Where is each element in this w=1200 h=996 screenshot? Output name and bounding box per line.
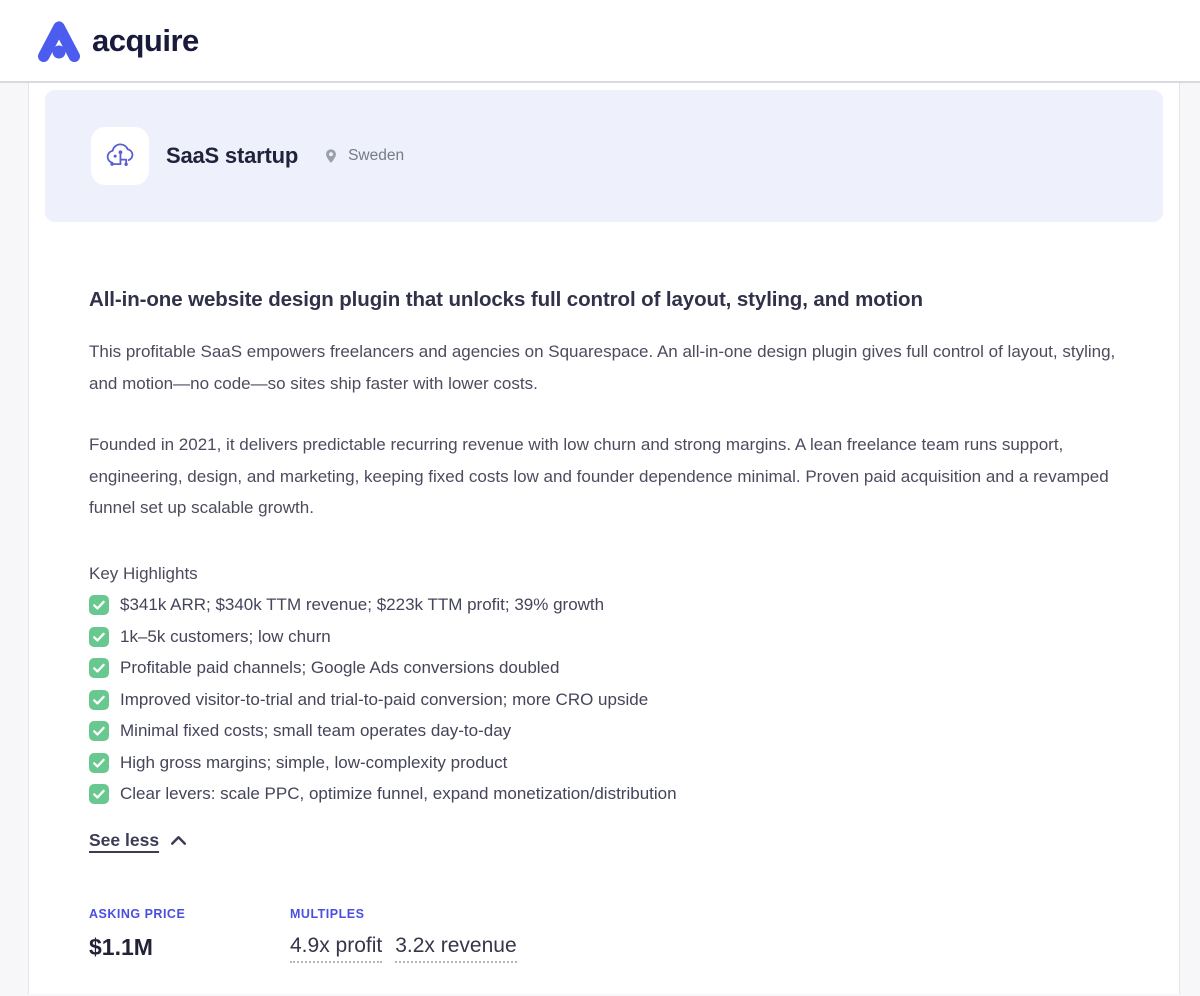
acquire-logo-mark-icon <box>36 20 82 62</box>
highlight-text: Minimal fixed costs; small team operates… <box>120 721 512 740</box>
listing-headline: All-in-one website design plugin that un… <box>89 288 923 311</box>
highlight-item: Profitable paid channels; Google Ads con… <box>89 652 1119 684</box>
deal-terms-row: ASKING PRICE $1.1M MULTIPLES 4.9x profit… <box>89 907 1119 963</box>
green-check-icon <box>89 721 109 741</box>
highlight-item: High gross margins; simple, low-complexi… <box>89 747 1119 779</box>
asking-price-block: ASKING PRICE $1.1M <box>89 907 290 963</box>
multiples-values: 4.9x profit 3.2x revenue <box>290 934 517 963</box>
chevron-up-icon <box>170 835 187 846</box>
listing-title: SaaS startup <box>166 143 299 168</box>
highlight-item: $341k ARR; $340k TTM revenue; $223k TTM … <box>89 589 1119 621</box>
highlight-item: Clear levers: scale PPC, optimize funnel… <box>89 778 1119 810</box>
green-check-icon <box>89 658 109 678</box>
highlight-text: High gross margins; simple, low-complexi… <box>120 752 508 772</box>
see-less-label: See less <box>89 829 160 850</box>
highlight-text: Clear levers: scale PPC, optimize funnel… <box>120 784 677 803</box>
profit-multiple-value[interactable]: 4.9x profit <box>290 934 383 963</box>
highlight-item: 1k–5k customers; low churn <box>89 621 1119 653</box>
highlight-item: Improved visitor-to-trial and trial-to-p… <box>89 684 1119 716</box>
listing-location-label: Sweden <box>348 147 405 164</box>
revenue-multiple-value[interactable]: 3.2x revenue <box>395 934 517 963</box>
green-check-icon <box>89 752 109 773</box>
green-check-icon <box>89 784 109 804</box>
key-highlights-section: Key Highlights $341k ARR; $340k TTM reve… <box>89 558 1119 810</box>
map-pin-icon <box>323 146 339 166</box>
top-navbar: acquire <box>0 0 1200 83</box>
highlight-text: 1k–5k customers; low churn <box>120 626 331 646</box>
asking-price-label: ASKING PRICE <box>89 906 186 921</box>
key-highlights-title: Key Highlights <box>89 563 198 583</box>
multiples-block: MULTIPLES 4.9x profit 3.2x revenue <box>290 907 517 963</box>
multiples-label: MULTIPLES <box>290 906 365 921</box>
acquire-logo-wordmark: acquire <box>92 22 199 58</box>
highlight-text: Profitable paid channels; Google Ads con… <box>120 658 560 677</box>
highlight-item: Minimal fixed costs; small team operates… <box>89 715 1119 747</box>
see-less-toggle[interactable]: See less <box>89 830 187 851</box>
description-paragraph: Founded in 2021, it delivers predictable… <box>89 435 1109 517</box>
highlight-text: Improved visitor-to-trial and trial-to-p… <box>120 689 649 709</box>
listing-description: All-in-one website design plugin that un… <box>29 286 1179 963</box>
listing-avatar <box>91 127 149 185</box>
green-check-icon <box>89 689 109 710</box>
listing-location: Sweden <box>323 146 404 166</box>
listing-detail-panel: SaaS startup Sweden All-in-one website d… <box>28 83 1180 994</box>
asking-price-value: $1.1M <box>89 933 153 960</box>
cloud-circuit-icon <box>102 138 138 174</box>
description-paragraph: This profitable SaaS empowers freelancer… <box>89 342 1116 393</box>
key-highlights-list: $341k ARR; $340k TTM revenue; $223k TTM … <box>89 589 1119 810</box>
green-check-icon <box>89 626 109 647</box>
highlight-text: $341k ARR; $340k TTM revenue; $223k TTM … <box>120 595 605 614</box>
acquire-logo[interactable]: acquire <box>36 20 199 62</box>
green-check-icon <box>89 595 109 615</box>
listing-header-card: SaaS startup Sweden <box>45 90 1163 222</box>
